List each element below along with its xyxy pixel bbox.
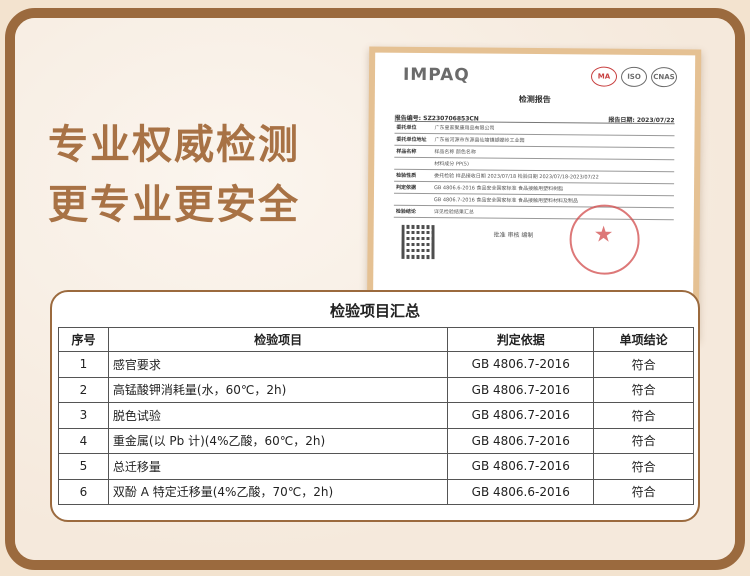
row-item: 重金属(以 Pb 计)(4%乙酸，60℃，2h) xyxy=(107,427,449,454)
header-basis: 判定依据 xyxy=(447,327,595,352)
row-no: 2 xyxy=(58,376,109,403)
headline-line-2: 更专业更安全 xyxy=(48,182,300,228)
table-row: 1 感官要求 GB 4806.7-2016 符合 xyxy=(58,351,694,378)
cert-row-label: 委托单位地址 xyxy=(396,136,427,144)
table-row: 5 总迁移量 GB 4806.7-2016 符合 xyxy=(58,453,694,480)
row-item: 脱色试验 xyxy=(107,402,449,429)
cnas-mark-icon: CNAS xyxy=(650,67,678,88)
row-basis: GB 4806.6-2016 xyxy=(447,478,595,505)
row-basis: GB 4806.7-2016 xyxy=(447,427,595,454)
row-result: 符合 xyxy=(593,427,694,454)
row-basis: GB 4806.7-2016 xyxy=(447,402,595,429)
cert-row-value: 广东皇家聚康用品有限公司 xyxy=(434,125,495,132)
row-no: 6 xyxy=(58,478,109,505)
row-result: 符合 xyxy=(593,376,694,403)
cert-row-value: 广东省河源市东源县仙塘镇蝴蝶岭工业园 xyxy=(434,137,525,144)
accreditation-marks: MA ISO CNAS xyxy=(590,66,678,88)
cert-row-value: 详见检验结果汇总 xyxy=(433,209,474,216)
summary-panel: 检验项目汇总 序号 检验项目 判定依据 单项结论 1 感官要求 GB 4806.… xyxy=(50,290,700,522)
row-no: 3 xyxy=(58,402,109,429)
cert-row-value: 样品名称 颜色名称 xyxy=(434,149,476,156)
table-row: 4 重金属(以 Pb 计)(4%乙酸，60℃，2h) GB 4806.7-201… xyxy=(58,427,694,454)
row-no: 4 xyxy=(58,427,109,454)
headline-line-1: 专业权威检测 xyxy=(48,122,300,168)
cert-row-value: 委托检验 样品接收日期 2023/07/18 检验日期 2023/07/18-2… xyxy=(434,173,599,181)
certificate-logo: IMPAQ xyxy=(402,64,470,86)
signature-line: 批准 审核 编制 xyxy=(493,231,534,239)
row-result: 符合 xyxy=(593,402,694,429)
row-basis: GB 4806.7-2016 xyxy=(447,453,595,480)
row-no: 1 xyxy=(58,351,109,378)
row-item: 感官要求 xyxy=(107,351,449,378)
row-result: 符合 xyxy=(593,478,694,505)
certificate-title: 检测报告 xyxy=(518,94,551,105)
cert-row-label: 检验结论 xyxy=(395,208,416,215)
official-seal-icon xyxy=(569,204,640,275)
summary-table: 序号 检验项目 判定依据 单项结论 1 感官要求 GB 4806.7-2016 … xyxy=(58,327,694,505)
cert-row-label: 判定依据 xyxy=(396,184,417,191)
row-basis: GB 4806.7-2016 xyxy=(447,351,595,378)
cert-row-value: GB 4806.6-2016 食品安全国家标准 食品接触用塑料树脂 xyxy=(434,185,564,193)
row-no: 5 xyxy=(58,453,109,480)
cert-row-label: 样品名称 xyxy=(396,148,417,155)
header-no: 序号 xyxy=(58,327,109,352)
certificate-table: 委托单位 广东皇家聚康用品有限公司 委托单位地址 广东省河源市东源县仙塘镇蝴蝶岭工业… xyxy=(393,120,675,221)
table-row: 6 双酚 A 特定迁移量(4%乙酸，70℃，2h) GB 4806.6-2016… xyxy=(58,478,694,505)
row-item: 双酚 A 特定迁移量(4%乙酸，70℃，2h) xyxy=(107,478,449,505)
summary-title: 检验项目汇总 xyxy=(329,302,420,320)
header-item: 检验项目 xyxy=(107,327,449,352)
cert-row-value: 材料成分 PP(5) xyxy=(434,161,469,168)
header-result: 单项结论 xyxy=(593,327,694,352)
cert-row-label: 委托单位 xyxy=(396,124,417,131)
cert-row-value: GB 4806.7-2016 食品安全国家标准 食品接触用塑料材料及制品 xyxy=(433,197,579,205)
row-item: 总迁移量 xyxy=(107,453,449,480)
ma-mark-icon: MA xyxy=(590,66,618,87)
cert-row-label: 检验性质 xyxy=(396,172,417,179)
row-result: 符合 xyxy=(593,453,694,480)
table-row: 3 脱色试验 GB 4806.7-2016 符合 xyxy=(58,402,694,429)
row-item: 高锰酸钾消耗量(水，60℃，2h) xyxy=(107,376,449,403)
row-result: 符合 xyxy=(593,351,694,378)
iso-mark-icon: ISO xyxy=(620,66,648,87)
table-header-row: 序号 检验项目 判定依据 单项结论 xyxy=(58,327,694,352)
qr-code-icon xyxy=(401,224,436,260)
row-basis: GB 4806.7-2016 xyxy=(447,376,595,403)
table-row: 2 高锰酸钾消耗量(水，60℃，2h) GB 4806.7-2016 符合 xyxy=(58,376,694,403)
